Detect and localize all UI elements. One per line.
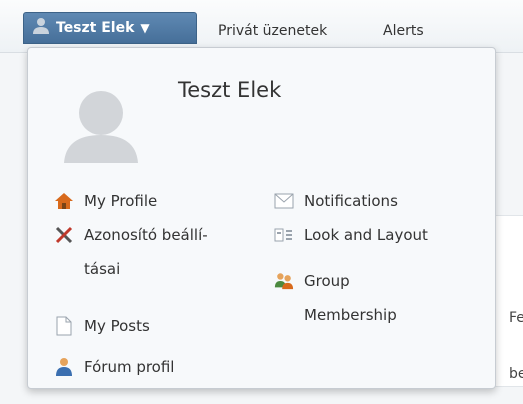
menu-item-look-and-layout[interactable]: Look and Layout	[274, 218, 428, 252]
menu-item-my-posts[interactable]: My Posts	[54, 309, 150, 343]
tools-icon	[54, 218, 74, 252]
menu-item-my-profile[interactable]: My Profile	[54, 184, 157, 218]
menu-label: tásai	[84, 260, 121, 278]
menu-label: Look and Layout	[304, 226, 428, 244]
menu-label: Fórum profil	[84, 358, 175, 376]
menu-label: Group	[304, 272, 350, 290]
top-navbar: Teszt Elek ▼ Privát üzenetek Alerts	[0, 0, 523, 53]
background-text-fragment: Fe	[509, 310, 523, 326]
envelope-icon	[274, 184, 294, 218]
user-menu-label: Teszt Elek	[56, 20, 135, 36]
menu-item-group-membership[interactable]: Group Membership	[274, 264, 397, 332]
user-icon	[32, 17, 50, 39]
menu-label-wrap: Group Membership	[304, 264, 397, 332]
menu-label: Azonosító beállí-	[84, 226, 208, 244]
avatar	[46, 83, 156, 163]
menu-label: My Profile	[84, 192, 158, 210]
menu-label-wrap: Azonosító beállí- tásai	[84, 218, 208, 286]
house-icon	[54, 184, 74, 218]
caret-down-icon: ▼	[140, 21, 150, 35]
background-text-fragment: be	[509, 366, 523, 382]
menu-item-forum-profile[interactable]: Fórum profil	[54, 350, 174, 384]
menu-label: Membership	[304, 306, 397, 324]
username-heading: Teszt Elek	[178, 78, 282, 102]
document-icon	[54, 309, 74, 343]
layout-icon	[274, 218, 294, 252]
menu-item-notifications[interactable]: Notifications	[274, 184, 398, 218]
nav-private-messages[interactable]: Privát üzenetek	[218, 23, 327, 39]
group-icon	[274, 264, 294, 298]
menu-label: Notifications	[304, 192, 398, 210]
background-content	[495, 215, 523, 387]
menu-item-account-settings[interactable]: Azonosító beállí- tásai	[54, 218, 208, 286]
user-menu-button[interactable]: Teszt Elek ▼	[23, 12, 197, 44]
person-icon	[54, 350, 74, 384]
nav-alerts[interactable]: Alerts	[383, 23, 424, 39]
menu-label: My Posts	[84, 317, 150, 335]
user-dropdown-panel: Teszt Elek My Profile Azonosító beállí- …	[27, 47, 496, 389]
